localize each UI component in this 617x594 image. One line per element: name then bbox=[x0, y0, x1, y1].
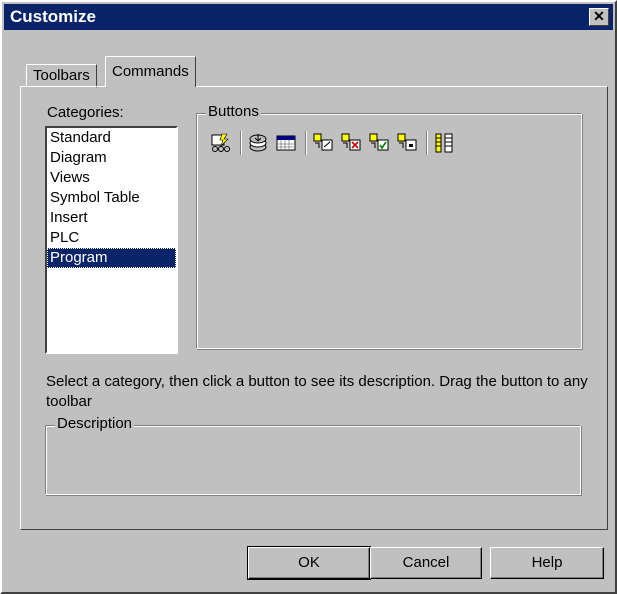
columns-icon[interactable] bbox=[433, 132, 455, 154]
list-item-selected[interactable]: Program bbox=[47, 248, 176, 268]
list-item[interactable]: Symbol Table bbox=[47, 188, 176, 208]
edit-element-icon[interactable] bbox=[312, 132, 334, 154]
list-item[interactable]: Insert bbox=[47, 208, 176, 228]
separator bbox=[240, 131, 241, 155]
description-groupbox bbox=[45, 425, 581, 495]
list-item[interactable]: Views bbox=[47, 168, 176, 188]
list-item[interactable]: Diagram bbox=[47, 148, 176, 168]
delete-element-icon[interactable] bbox=[340, 132, 362, 154]
check-element-icon[interactable] bbox=[368, 132, 390, 154]
load-stack-icon[interactable] bbox=[247, 132, 269, 154]
help-button[interactable]: Help bbox=[490, 547, 604, 579]
ok-button[interactable]: OK bbox=[247, 546, 371, 580]
tab-toolbars[interactable]: Toolbars bbox=[26, 64, 97, 88]
title-bar[interactable]: Customize ✕ bbox=[4, 4, 613, 30]
categories-label: Categories: bbox=[47, 104, 124, 121]
categories-listbox[interactable]: Standard Diagram Views Symbol Table Inse… bbox=[45, 126, 178, 354]
description-group-label: Description bbox=[55, 415, 135, 432]
list-item[interactable]: Standard bbox=[47, 128, 176, 148]
cancel-button[interactable]: Cancel bbox=[370, 547, 482, 579]
close-button[interactable]: ✕ bbox=[589, 8, 609, 26]
tab-commands[interactable]: Commands bbox=[105, 56, 196, 87]
window-title: Customize bbox=[10, 7, 96, 26]
instruction-text: Select a category, then click a button t… bbox=[46, 373, 588, 410]
insert-element-icon[interactable] bbox=[396, 132, 418, 154]
run-program-icon[interactable] bbox=[210, 132, 232, 154]
buttons-group-label: Buttons bbox=[206, 103, 261, 120]
separator bbox=[426, 131, 427, 155]
separator bbox=[305, 131, 306, 155]
timing-grid-icon[interactable] bbox=[275, 132, 297, 154]
list-item[interactable]: PLC bbox=[47, 228, 176, 248]
command-buttons bbox=[210, 128, 461, 158]
close-icon: ✕ bbox=[593, 8, 605, 24]
